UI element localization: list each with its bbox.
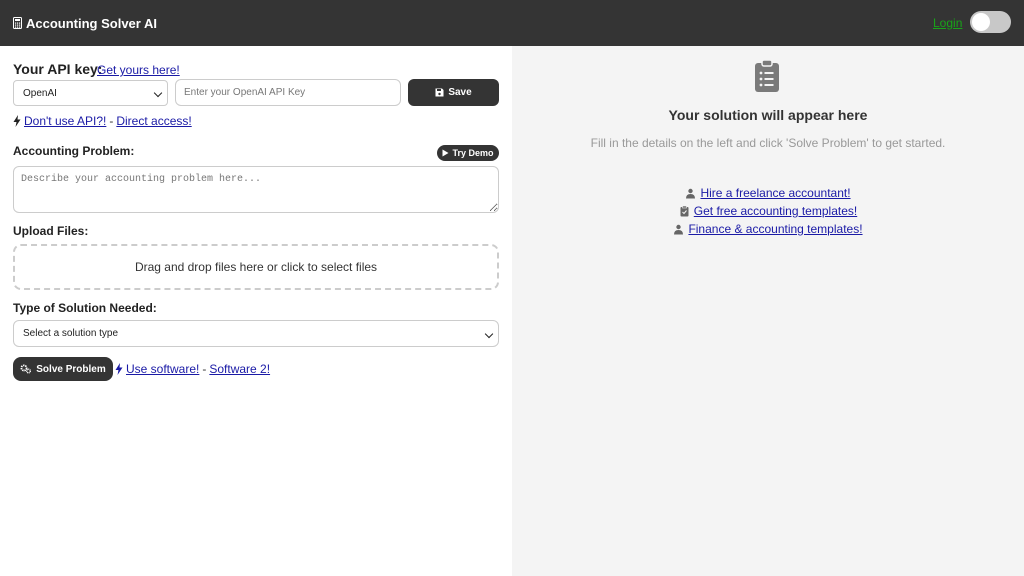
direct-access-link[interactable]: Direct access! (116, 114, 191, 128)
api-alternatives: Don't use API?! - Direct access! (13, 114, 192, 128)
software-2-link[interactable]: Software 2! (209, 362, 270, 376)
resource-link-row: Finance & accounting templates! (673, 222, 863, 236)
resource-link-row: Get free accounting templates! (679, 204, 857, 218)
finance-templates-link[interactable]: Finance & accounting templates! (688, 222, 862, 236)
provider-selected-value: OpenAI (23, 87, 57, 99)
link-separator: - (109, 114, 114, 128)
input-panel: Your API key: Get yours here! OpenAI Sav… (0, 46, 512, 576)
bolt-icon (115, 363, 123, 375)
link-separator: - (202, 362, 207, 376)
solve-problem-label: Solve Problem (36, 363, 106, 375)
try-demo-button[interactable]: Try Demo (437, 145, 499, 161)
free-templates-link[interactable]: Get free accounting templates! (694, 204, 857, 218)
bolt-icon (13, 115, 21, 127)
save-button-label: Save (448, 87, 472, 98)
file-dropzone[interactable]: Drag and drop files here or click to sel… (13, 244, 499, 290)
problem-textarea[interactable] (13, 166, 499, 213)
accountant-icon (674, 224, 684, 234)
get-api-key-link[interactable]: Get yours here! (97, 63, 180, 77)
toggle-knob (972, 13, 990, 31)
solution-type-label: Type of Solution Needed: (13, 301, 157, 315)
save-button[interactable]: Save (408, 79, 499, 106)
chevron-down-icon (153, 88, 163, 98)
login-link[interactable]: Login (933, 16, 962, 30)
dropzone-text: Drag and drop files here or click to sel… (134, 260, 378, 274)
resource-links: Hire a freelance accountant! Get free ac… (512, 186, 1024, 236)
top-bar: Accounting Solver AI Login (0, 0, 1024, 46)
clipboard-list-icon (755, 60, 779, 92)
solve-problem-button[interactable]: Solve Problem (13, 357, 113, 381)
software-links: Use software! - Software 2! (115, 362, 270, 376)
try-demo-label: Try Demo (452, 148, 494, 158)
hire-accountant-link[interactable]: Hire a freelance accountant! (700, 186, 850, 200)
solution-placeholder-subtitle: Fill in the details on the left and clic… (590, 136, 946, 150)
clipboard-icon (680, 205, 689, 216)
solution-type-select[interactable]: Select a solution type (13, 320, 499, 347)
app-brand[interactable]: Accounting Solver AI (13, 16, 157, 31)
resource-link-row: Hire a freelance accountant! (685, 186, 851, 200)
upload-label: Upload Files: (13, 224, 89, 238)
theme-toggle[interactable] (970, 11, 1011, 33)
play-icon (442, 149, 449, 157)
no-api-link[interactable]: Don't use API?! (24, 114, 106, 128)
calculator-icon (13, 17, 22, 29)
api-key-input[interactable] (175, 79, 401, 106)
api-key-heading: Your API key: (13, 61, 103, 77)
solution-placeholder-title: Your solution will appear here (668, 107, 868, 123)
provider-select[interactable]: OpenAI (13, 80, 168, 106)
accountant-icon (686, 188, 696, 198)
cogs-icon (20, 364, 32, 374)
app-title: Accounting Solver AI (26, 15, 157, 31)
chevron-down-icon (484, 329, 494, 339)
solution-panel: Your solution will appear here Fill in t… (512, 46, 1024, 576)
problem-label: Accounting Problem: (13, 144, 135, 158)
use-software-link[interactable]: Use software! (126, 362, 199, 376)
solution-type-selected-value: Select a solution type (23, 328, 119, 339)
floppy-disk-icon (435, 88, 444, 97)
